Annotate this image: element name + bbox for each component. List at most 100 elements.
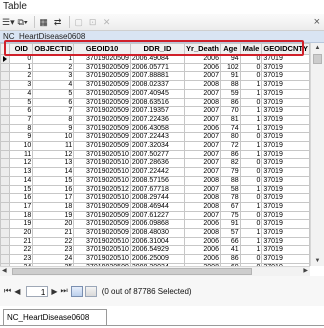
table-cell[interactable]: 37019 xyxy=(261,184,310,195)
row-selector[interactable] xyxy=(0,175,11,186)
table-cell[interactable]: 1 xyxy=(239,228,263,238)
row-selector[interactable] xyxy=(0,71,11,82)
column-header-ddr-id[interactable]: DDR_ID xyxy=(129,43,186,55)
table-cell[interactable]: 37019 xyxy=(261,245,310,256)
scroll-up-icon[interactable]: ▲ xyxy=(311,43,324,53)
delete-selected-icon[interactable]: ✕ xyxy=(101,16,113,28)
table-cell[interactable]: 8 xyxy=(9,123,34,134)
table-cell[interactable]: 2007 xyxy=(184,149,221,160)
table-row[interactable]: 5 6 37019020509 2008.63516 2008 86 0 37019 xyxy=(0,97,310,108)
show-all-records-icon[interactable] xyxy=(70,285,83,297)
table-row[interactable]: 14 15 37019020510 2008.57156 2008 88 0 37019 xyxy=(0,175,310,186)
table-cell[interactable]: 37019020509 xyxy=(73,97,131,108)
table-cell[interactable]: 2008 xyxy=(184,80,221,90)
table-cell[interactable]: 2007 xyxy=(184,114,221,125)
table-cell[interactable]: 37019020509 xyxy=(73,123,131,134)
row-selector[interactable] xyxy=(0,193,11,203)
vertical-scroll-thumb[interactable] xyxy=(313,54,322,64)
table-row[interactable]: 6 7 37019020509 2007.19357 2007 70 1 37019 xyxy=(0,106,310,116)
table-cell[interactable]: 37019 xyxy=(261,123,310,134)
table-cell[interactable]: 37019 xyxy=(261,210,310,221)
table-cell[interactable]: 16 xyxy=(32,184,75,195)
table-row[interactable]: 15 16 37019020512 2007.67718 2007 58 1 37019 xyxy=(0,184,310,195)
table-cell[interactable]: 2 xyxy=(32,62,75,73)
table-cell[interactable]: 2006.49084 xyxy=(129,54,186,64)
table-cell[interactable]: 2006.54929 xyxy=(129,245,186,256)
table-cell[interactable]: 2007.32034 xyxy=(129,141,186,151)
table-cell[interactable]: 37019020510 xyxy=(73,254,131,264)
table-cell[interactable]: 75 xyxy=(219,210,241,221)
table-cell[interactable]: 0 xyxy=(239,193,263,203)
table-cell[interactable]: 41 xyxy=(219,245,241,256)
table-cell[interactable]: 2008 xyxy=(184,175,221,186)
table-cell[interactable]: 2007.40945 xyxy=(129,88,186,99)
table-cell[interactable]: 2008.02337 xyxy=(129,80,186,90)
table-cell[interactable]: 17 xyxy=(32,193,75,203)
first-record-icon[interactable]: ⏮ xyxy=(4,286,11,296)
show-selected-records-icon[interactable] xyxy=(84,285,97,297)
table-cell[interactable]: 1 xyxy=(9,62,34,73)
table-cell[interactable]: 86 xyxy=(219,97,241,108)
table-cell[interactable]: 1 xyxy=(239,123,263,134)
table-cell[interactable]: 16 xyxy=(9,193,34,203)
previous-record-icon[interactable]: ◀ xyxy=(14,287,20,296)
table-cell[interactable]: 0 xyxy=(239,97,263,108)
table-row[interactable]: 23 24 37019020510 2006.25009 2006 86 0 37019 xyxy=(0,254,310,264)
row-selector[interactable] xyxy=(0,201,11,212)
table-cell[interactable]: 37019020510 xyxy=(73,167,131,177)
table-cell[interactable]: 2006 xyxy=(184,54,221,64)
table-cell[interactable]: 37019020509 xyxy=(73,54,131,64)
table-cell[interactable]: 19 xyxy=(9,219,34,230)
row-selector[interactable] xyxy=(0,184,11,195)
row-selector[interactable] xyxy=(0,245,11,256)
table-cell[interactable]: 4 xyxy=(32,80,75,90)
table-cell[interactable]: 5 xyxy=(32,88,75,99)
table-cell[interactable]: 37019 xyxy=(261,88,310,99)
clear-selection-icon[interactable]: ▢ xyxy=(73,16,85,28)
table-cell[interactable]: 2007 xyxy=(184,167,221,177)
table-cell[interactable]: 14 xyxy=(9,175,34,186)
table-cell[interactable]: 37019020510 xyxy=(73,175,131,186)
table-cell[interactable]: 8 xyxy=(32,114,75,125)
column-header-geoidcnty[interactable]: GEOIDCNTY xyxy=(261,43,310,55)
table-cell[interactable]: 9 xyxy=(9,132,34,143)
table-cell[interactable]: 0 xyxy=(239,71,263,82)
column-header-male[interactable]: Male xyxy=(239,43,263,55)
table-cell[interactable]: 37019020509 xyxy=(73,88,131,99)
table-cell[interactable]: 14 xyxy=(32,167,75,177)
row-selector[interactable] xyxy=(0,219,11,230)
table-cell[interactable]: 0 xyxy=(239,254,263,264)
table-tab-title[interactable]: NC_HeartDisease0608 xyxy=(0,31,324,43)
table-cell[interactable]: 2006 xyxy=(184,62,221,73)
table-cell[interactable]: 2007.19357 xyxy=(129,106,186,116)
table-cell[interactable]: 22 xyxy=(32,236,75,247)
table-cell[interactable]: 37019020510 xyxy=(73,245,131,256)
table-cell[interactable]: 37019 xyxy=(261,132,310,143)
row-selector[interactable] xyxy=(0,97,11,108)
row-selector[interactable] xyxy=(0,158,11,169)
table-cell[interactable]: 67 xyxy=(219,201,241,212)
table-cell[interactable]: 37019 xyxy=(261,97,310,108)
table-cell[interactable]: 102 xyxy=(219,62,241,73)
table-cell[interactable]: 2006 xyxy=(184,236,221,247)
table-cell[interactable]: 37019020510 xyxy=(73,193,131,203)
table-cell[interactable]: 11 xyxy=(9,149,34,160)
table-cell[interactable]: 2006 xyxy=(184,254,221,264)
table-cell[interactable]: 13 xyxy=(32,158,75,169)
table-cell[interactable]: 2006.25009 xyxy=(129,254,186,264)
table-cell[interactable]: 37019 xyxy=(261,71,310,82)
table-cell[interactable]: 19 xyxy=(32,210,75,221)
table-cell[interactable]: 58 xyxy=(219,184,241,195)
table-cell[interactable]: 37019020509 xyxy=(73,80,131,90)
table-cell[interactable]: 18 xyxy=(9,210,34,221)
table-cell[interactable]: 0 xyxy=(239,54,263,64)
table-cell[interactable]: 37019 xyxy=(261,167,310,177)
table-cell[interactable]: 74 xyxy=(219,123,241,134)
table-cell[interactable]: 17 xyxy=(9,201,34,212)
table-cell[interactable]: 37019020510 xyxy=(73,149,131,160)
table-cell[interactable]: 1 xyxy=(239,201,263,212)
table-cell[interactable]: 1 xyxy=(32,54,75,64)
table-row[interactable]: 3 4 37019020509 2008.02337 2008 88 1 37019 xyxy=(0,80,310,90)
table-cell[interactable]: 66 xyxy=(219,236,241,247)
table-cell[interactable]: 15 xyxy=(32,175,75,186)
